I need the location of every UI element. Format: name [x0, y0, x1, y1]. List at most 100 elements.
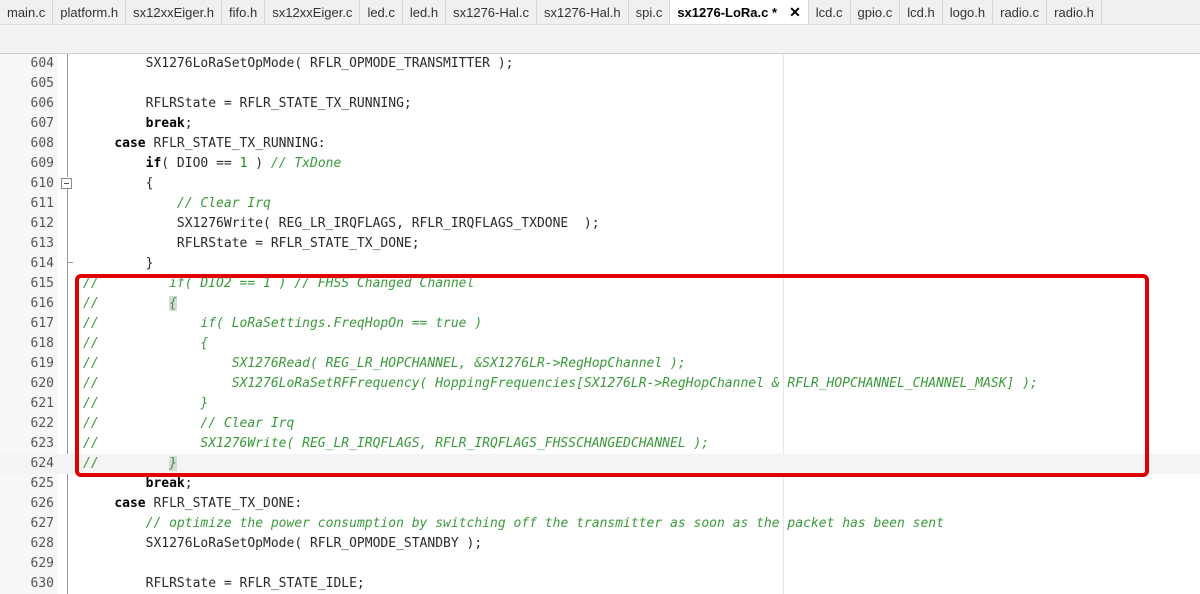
- code-editor[interactable]: 604 SX1276LoRaSetOpMode( RFLR_OPMODE_TRA…: [0, 54, 1200, 594]
- code-line[interactable]: 622 // // Clear Irq: [0, 414, 1200, 434]
- line-number: 619: [30, 356, 54, 371]
- code-text: break;: [83, 114, 193, 134]
- tab-label: sx1276-Hal.c: [453, 4, 529, 20]
- code-line[interactable]: 612 SX1276Write( REG_LR_IRQFLAGS, RFLR_I…: [0, 214, 1200, 234]
- line-number: 613: [30, 236, 54, 251]
- code-line[interactable]: 606 RFLRState = RFLR_STATE_TX_RUNNING;: [0, 94, 1200, 114]
- tab-label: radio.h: [1054, 4, 1094, 20]
- tab-label: led.h: [409, 4, 439, 20]
- code-line[interactable]: 605: [0, 74, 1200, 94]
- line-number: 617: [30, 316, 54, 331]
- code-token: // SX1276LoRaSetRFFrequency( HoppingFreq…: [83, 376, 1038, 391]
- code-text: RFLRState = RFLR_STATE_TX_RUNNING;: [83, 94, 412, 114]
- code-line[interactable]: 627 // optimize the power consumption by…: [0, 514, 1200, 534]
- code-line[interactable]: 628 SX1276LoRaSetOpMode( RFLR_OPMODE_STA…: [0, 534, 1200, 554]
- tab-radio-h[interactable]: radio.h: [1047, 0, 1102, 24]
- code-token: }: [83, 256, 154, 271]
- tab-label: lcd.h: [907, 4, 935, 20]
- code-text: SX1276LoRaSetOpMode( RFLR_OPMODE_STANDBY…: [83, 534, 483, 554]
- code-text: RFLRState = RFLR_STATE_IDLE;: [83, 574, 365, 594]
- code-line[interactable]: 607 break;: [0, 114, 1200, 134]
- code-line[interactable]: 619 // SX1276Read( REG_LR_HOPCHANNEL, &SX…: [0, 354, 1200, 374]
- tab-platform-h[interactable]: platform.h: [53, 0, 127, 24]
- code-token: RFLR_STATE_TX_DONE:: [145, 496, 303, 511]
- tab-main-c[interactable]: main.c: [0, 0, 54, 24]
- tab-logo-h[interactable]: logo.h: [943, 0, 994, 24]
- code-token: // TxDone: [270, 156, 342, 171]
- line-number: 622: [30, 416, 54, 431]
- tab-fifo-h[interactable]: fifo.h: [222, 0, 266, 24]
- code-text: // optimize the power consumption by swi…: [83, 514, 944, 534]
- code-line[interactable]: 617 // if( LoRaSettings.FreqHopOn == true…: [0, 314, 1200, 334]
- line-number: 609: [30, 156, 54, 171]
- code-line[interactable]: 604 SX1276LoRaSetOpMode( RFLR_OPMODE_TRA…: [0, 54, 1200, 74]
- code-line[interactable]: 626 case RFLR_STATE_TX_DONE:: [0, 494, 1200, 514]
- line-number: 629: [30, 556, 54, 571]
- line-number: 616: [30, 296, 54, 311]
- code-line[interactable]: 613 RFLRState = RFLR_STATE_TX_DONE;: [0, 234, 1200, 254]
- code-lines: 604 SX1276LoRaSetOpMode( RFLR_OPMODE_TRA…: [0, 54, 1200, 594]
- code-line[interactable]: 609 if( DIO0 == 1 ) // TxDone: [0, 154, 1200, 174]
- tab-radio-c[interactable]: radio.c: [993, 0, 1048, 24]
- tab-sx12xxeiger-h[interactable]: sx12xxEiger.h: [126, 0, 223, 24]
- tab-sx1276-hal-c[interactable]: sx1276-Hal.c: [446, 0, 537, 24]
- tab-label: lcd.c: [815, 4, 843, 20]
- tab-label: main.c: [7, 4, 46, 20]
- code-token: ): [247, 156, 271, 171]
- editor-toolstrip: [0, 25, 1200, 54]
- line-number: 618: [30, 336, 54, 351]
- code-token: {: [169, 296, 177, 311]
- code-line[interactable]: 615 // if( DIO2 == 1 ) // FHSS Changed Ch…: [0, 274, 1200, 294]
- code-line[interactable]: 629: [0, 554, 1200, 574]
- tab-led-h[interactable]: led.h: [403, 0, 447, 24]
- code-line[interactable]: 623 // SX1276Write( REG_LR_IRQFLAGS, RFLR…: [0, 434, 1200, 454]
- code-line[interactable]: 616 // {: [0, 294, 1200, 314]
- code-token: SX1276Write( REG_LR_IRQFLAGS, RFLR_IRQFL…: [83, 216, 600, 231]
- line-number: 628: [30, 536, 54, 551]
- tab-sx1276-hal-h[interactable]: sx1276-Hal.h: [537, 0, 629, 24]
- tab-lcd-c[interactable]: lcd.c: [809, 0, 851, 24]
- code-line[interactable]: 610 {: [0, 174, 1200, 194]
- code-text: // // Clear Irq: [83, 414, 294, 434]
- code-line[interactable]: 614 }: [0, 254, 1200, 274]
- code-text: // if( DIO2 == 1 ) // FHSS Changed Chann…: [83, 274, 474, 294]
- line-number: 624: [30, 456, 54, 471]
- code-line[interactable]: 618 // {: [0, 334, 1200, 354]
- tab-label: logo.h: [949, 4, 986, 20]
- code-text: case RFLR_STATE_TX_DONE:: [83, 494, 302, 514]
- code-token: ( DIO0 ==: [161, 156, 240, 171]
- tab-gpio-c[interactable]: gpio.c: [851, 0, 901, 24]
- code-line[interactable]: 608 case RFLR_STATE_TX_RUNNING:: [0, 134, 1200, 154]
- code-token: // SX1276Write( REG_LR_IRQFLAGS, RFLR_IR…: [83, 436, 710, 451]
- close-tab-icon[interactable]: ✕: [789, 4, 801, 21]
- tab-spi-c[interactable]: spi.c: [629, 0, 671, 24]
- code-token: RFLRState = RFLR_STATE_IDLE;: [83, 576, 365, 591]
- code-text: RFLRState = RFLR_STATE_TX_DONE;: [83, 234, 420, 254]
- code-token: SX1276LoRaSetOpMode( RFLR_OPMODE_TRANSMI…: [83, 56, 514, 71]
- tab-sx12xxeiger-c[interactable]: sx12xxEiger.c: [265, 0, 361, 24]
- code-line[interactable]: 624 // }: [0, 454, 1200, 474]
- line-number: 608: [30, 136, 54, 151]
- code-token: // optimize the power consumption by swi…: [145, 516, 944, 531]
- line-number: 611: [30, 196, 54, 211]
- tab-led-c[interactable]: led.c: [360, 0, 403, 24]
- code-line[interactable]: 620 // SX1276LoRaSetRFFrequency( HoppingF…: [0, 374, 1200, 394]
- tab-label: platform.h: [60, 4, 119, 20]
- code-line[interactable]: 621 // }: [0, 394, 1200, 414]
- code-token: // }: [83, 396, 209, 411]
- code-token: case: [114, 136, 146, 151]
- line-number: 604: [30, 56, 54, 71]
- code-text: // }: [83, 394, 208, 414]
- tab-label: spi.c: [635, 4, 663, 20]
- code-token: break: [145, 116, 185, 131]
- tab-sx1276-lora-c[interactable]: sx1276-LoRa.c * ✕: [670, 0, 809, 24]
- code-token: RFLR_STATE_TX_RUNNING:: [145, 136, 326, 151]
- code-line[interactable]: 611 // Clear Irq: [0, 194, 1200, 214]
- code-line[interactable]: 625 break;: [0, 474, 1200, 494]
- tab-lcd-h[interactable]: lcd.h: [900, 0, 943, 24]
- code-token: // {: [83, 336, 209, 351]
- code-line[interactable]: 630 RFLRState = RFLR_STATE_IDLE;: [0, 574, 1200, 594]
